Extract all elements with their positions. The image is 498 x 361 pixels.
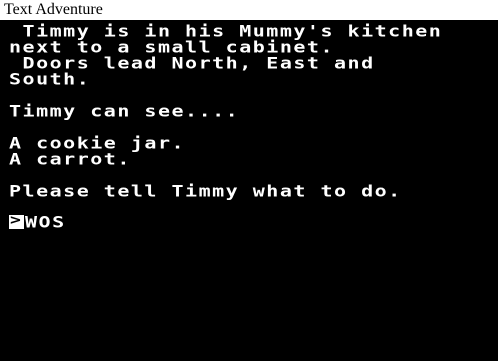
room-description-line-2: next to a small cabinet. xyxy=(9,37,334,57)
prompt-cursor-icon: > xyxy=(9,211,24,229)
prompt-symbol: > xyxy=(10,211,21,229)
visible-items-heading: Timmy can see.... xyxy=(9,101,240,121)
instruction-prompt: Please tell Timmy what to do. xyxy=(9,181,402,201)
game-screen[interactable]: Timmy is in his Mummy's kitchen next to … xyxy=(0,20,498,361)
command-line[interactable]: > WOS xyxy=(9,211,66,231)
exits-line-2: South. xyxy=(9,69,91,89)
game-window: Text Adventure Timmy is in his Mummy's k… xyxy=(0,0,498,361)
window-title: Text Adventure xyxy=(4,1,103,18)
title-bar: Text Adventure xyxy=(0,0,498,20)
visible-item-cookie-jar: A cookie jar. xyxy=(9,133,186,153)
exits-line-1: Doors lead North, East and xyxy=(9,53,375,73)
command-input[interactable]: WOS xyxy=(25,214,66,230)
room-description-line-1: Timmy is in his Mummy's kitchen xyxy=(9,21,443,41)
visible-item-carrot: A carrot. xyxy=(9,149,131,169)
